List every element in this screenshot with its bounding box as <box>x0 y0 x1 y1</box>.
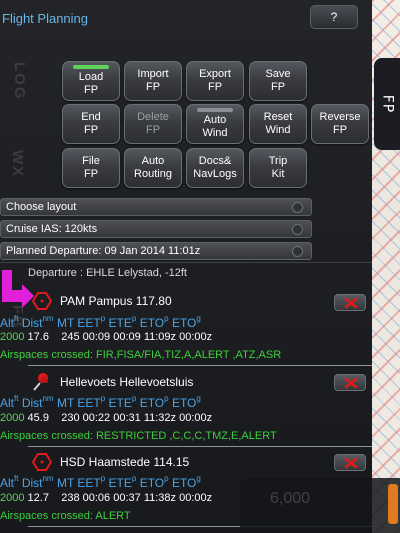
docs-navlogs-button[interactable]: Docs& NavLogs <box>186 148 244 188</box>
altitude-readout: 6,000 <box>270 490 311 507</box>
cruise-ias-selector[interactable]: Cruise IAS: 120kts <box>0 220 312 238</box>
button-label: Auto <box>203 114 227 126</box>
leg-separator <box>28 446 372 447</box>
button-label: FP <box>145 81 161 93</box>
button-label: Export <box>199 68 231 80</box>
button-label: Docs& <box>198 155 232 167</box>
leg-column-headers: Altft Distnm MT EETp ETEp ETOp ETOg <box>0 474 201 490</box>
button-label: FP <box>145 124 161 136</box>
leg-values: 2000 45.9 230 00:22 00:31 11:32z 00:00z <box>0 412 213 424</box>
leg-column-headers: Altft Distnm MT EETp ETEp ETOp ETOg <box>0 394 201 410</box>
button-label: Auto <box>141 155 165 167</box>
auto-wind-button[interactable]: Auto Wind <box>186 104 244 144</box>
delete-waypoint-button[interactable] <box>334 294 366 311</box>
button-label: Trip <box>268 155 288 167</box>
choose-layout-selector[interactable]: Choose layout <box>0 198 312 216</box>
delete-x-icon <box>344 297 358 309</box>
ghost-tab-wx: WX <box>9 150 26 179</box>
pushpin-icon <box>33 373 48 391</box>
file-fp-button[interactable]: File FP <box>62 148 120 188</box>
button-label: Save <box>265 68 291 80</box>
map-background: FP <box>372 0 400 533</box>
departure-label: Departure : EHLE Lelystad, -12ft <box>28 267 187 279</box>
delete-fp-button[interactable]: Delete FP <box>124 104 182 144</box>
leg-values: 2000 12.7 238 00:06 00:37 11:38z 00:00z <box>0 492 213 504</box>
airspaces-crossed: Airspaces crossed: RESTRICTED ,C,C,C,TMZ… <box>0 430 277 442</box>
cruise-ias-label: Cruise IAS: 120kts <box>6 223 98 235</box>
button-label: FP <box>83 168 99 180</box>
button-label: Reverse <box>319 111 361 123</box>
button-label: Wind <box>265 124 291 136</box>
button-label: FP <box>332 124 348 136</box>
instrument-overlay: 6,000 <box>240 478 400 533</box>
help-button[interactable]: ? <box>310 5 358 29</box>
dropdown-knob-icon <box>292 224 303 235</box>
route-leg[interactable]: PAM Pampus 117.80 Altft Distnm MT EETp E… <box>0 287 372 365</box>
waypoint-name: HSD Haamstede 114.15 <box>60 455 190 469</box>
button-label: Kit <box>271 168 285 180</box>
route-leg[interactable]: Hellevoets Hellevoetsluis Altft Distnm M… <box>0 365 372 445</box>
export-fp-button[interactable]: Export FP <box>186 61 244 101</box>
dropdown-knob-icon <box>292 246 303 257</box>
button-label: FP <box>270 81 286 93</box>
page-title: Flight Planning <box>2 11 88 26</box>
delete-waypoint-button[interactable] <box>334 374 366 391</box>
ghost-tab-log: LOG <box>11 62 28 101</box>
auto-wind-indicator <box>197 108 233 112</box>
leg-column-headers: Altft Distnm MT EETp ETEp ETOp ETOg <box>0 314 201 330</box>
delete-waypoint-button[interactable] <box>334 454 366 471</box>
airspaces-crossed: Airspaces crossed: ALERT <box>0 510 131 522</box>
button-label: FP <box>83 84 99 96</box>
flight-planning-panel: LOG WX FB Flight Planning ? Load FP Impo… <box>0 0 372 533</box>
button-label: Load <box>78 71 104 83</box>
end-fp-button[interactable]: End FP <box>62 104 120 144</box>
auto-routing-button[interactable]: Auto Routing <box>124 148 182 188</box>
leg-separator <box>28 365 372 366</box>
button-label: Import <box>137 68 169 80</box>
leg-values: 2000 17.6 245 00:09 00:09 11:09z 00:00z <box>0 331 213 343</box>
button-label: End <box>81 111 101 123</box>
orange-handle[interactable] <box>388 484 398 524</box>
button-label: File <box>82 155 100 167</box>
button-label: FP <box>83 124 99 136</box>
button-label: Reset <box>263 111 293 123</box>
button-label: Wind <box>202 127 228 139</box>
dropdown-knob-icon <box>292 202 303 213</box>
reverse-fp-button[interactable]: Reverse FP <box>311 104 369 144</box>
import-fp-button[interactable]: Import FP <box>124 61 182 101</box>
button-label: FP <box>207 81 223 93</box>
delete-x-icon <box>344 377 358 389</box>
divider <box>0 262 372 263</box>
reset-wind-button[interactable]: Reset Wind <box>249 104 307 144</box>
airspaces-crossed: Airspaces crossed: FIR,FISA/FIA,TIZ,A,AL… <box>0 349 282 361</box>
button-label: Delete <box>137 111 169 123</box>
waypoint-name: PAM Pampus 117.80 <box>60 294 172 308</box>
delete-x-icon <box>344 457 358 469</box>
button-label: Routing <box>134 168 172 180</box>
button-label: NavLogs <box>193 168 237 180</box>
planned-departure-label: Planned Departure: 09 Jan 2014 11:01z <box>6 245 201 257</box>
waypoint-name: Hellevoets Hellevoetsluis <box>60 375 194 389</box>
save-fp-button[interactable]: Save FP <box>249 61 307 101</box>
planned-departure-selector[interactable]: Planned Departure: 09 Jan 2014 11:01z <box>0 242 312 260</box>
fp-side-tab-label: FP <box>379 94 395 114</box>
load-fp-button[interactable]: Load FP <box>62 61 120 101</box>
choose-layout-label: Choose layout <box>6 201 77 213</box>
trip-kit-button[interactable]: Trip Kit <box>249 148 307 188</box>
vor-hexagon-icon <box>32 292 52 310</box>
load-active-indicator <box>73 65 109 69</box>
fp-side-tab[interactable]: FP <box>374 58 400 150</box>
vor-hexagon-icon <box>32 453 52 471</box>
